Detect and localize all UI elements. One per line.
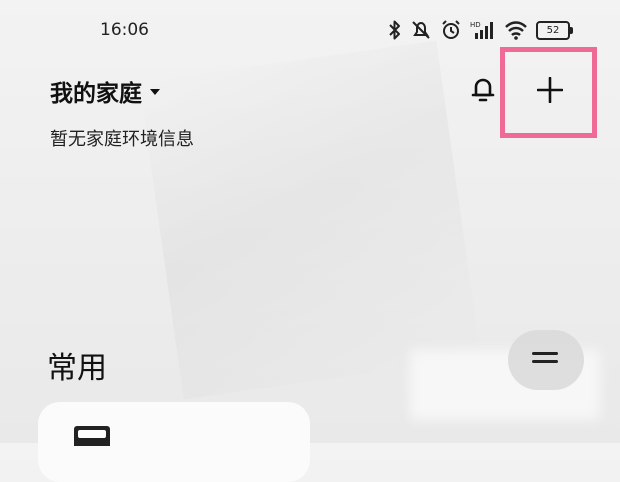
status-icons: HD 52	[388, 18, 573, 42]
menu-icon	[532, 352, 558, 368]
wifi-icon	[505, 21, 527, 40]
background-shadow	[139, 40, 481, 400]
hd-signal-icon: HD	[470, 21, 493, 39]
battery-icon: 52	[536, 20, 573, 40]
bluetooth-icon	[389, 20, 400, 40]
home-environment-info: 暂无家庭环境信息	[50, 129, 194, 150]
highlight-box	[500, 47, 597, 138]
app-screen: 16:06 HD 52 我的家庭 暂无家庭环境信息 常用	[0, 0, 620, 482]
alarm-icon	[442, 20, 460, 39]
svg-text:HD: HD	[470, 21, 481, 29]
bell-icon[interactable]	[468, 74, 498, 104]
caret-down-icon	[150, 89, 160, 95]
section-title: 常用	[47, 351, 107, 386]
status-time: 16:06	[100, 20, 149, 40]
device-icon	[74, 426, 110, 446]
mute-icon	[412, 21, 430, 39]
home-selector[interactable]: 我的家庭	[50, 74, 160, 108]
menu-button[interactable]	[508, 330, 584, 390]
home-title: 我的家庭	[50, 81, 142, 107]
